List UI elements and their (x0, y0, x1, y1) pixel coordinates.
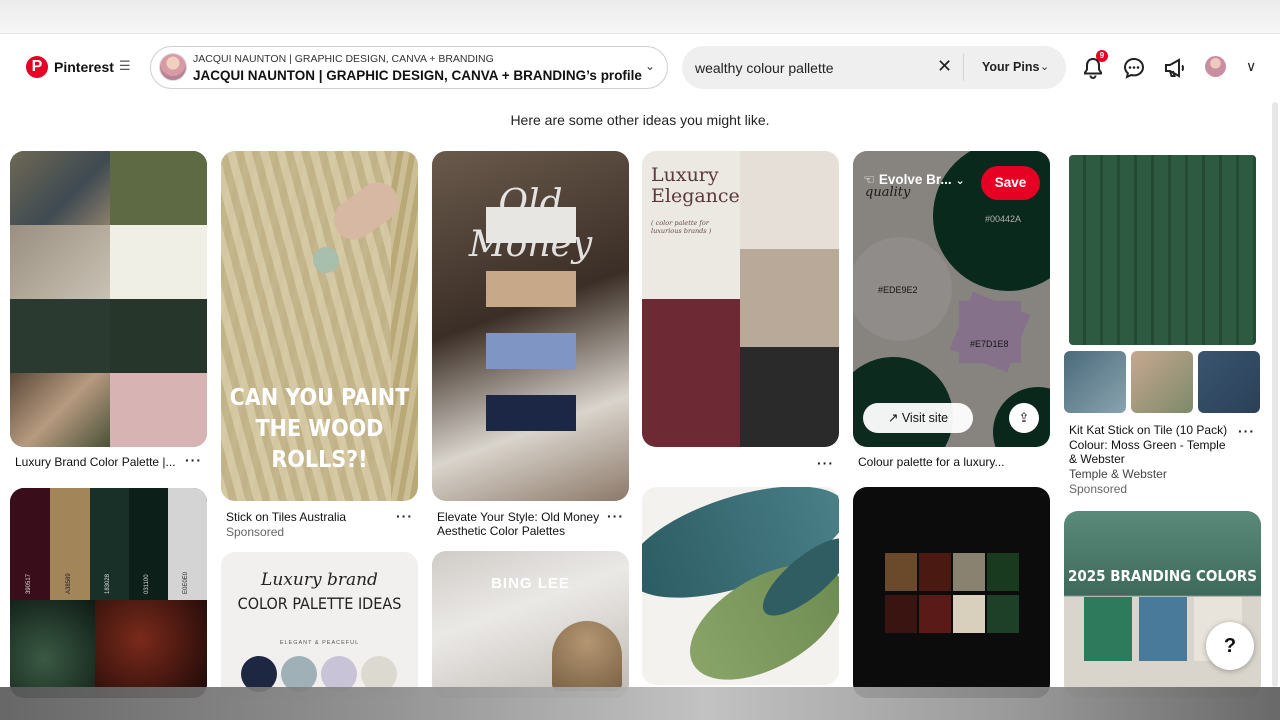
pin-title[interactable]: Stick on Tiles Australia (226, 510, 346, 524)
color-swatch (642, 299, 740, 447)
bottom-blur-strip (0, 687, 1280, 720)
sponsored-label: Sponsored (1069, 482, 1128, 496)
help-button[interactable]: ? (1206, 622, 1254, 670)
color-swatch (486, 271, 576, 307)
pin-image (953, 553, 985, 591)
pin-grid: Luxury Brand Color Palette |... ··· CAN … (0, 0, 1280, 720)
color-swatch (486, 333, 576, 369)
color-swatch (953, 595, 985, 633)
pin-card[interactable]: Old Money (432, 151, 629, 501)
visit-site-label: Visit site (901, 411, 949, 425)
color-swatch (1084, 597, 1132, 661)
overlay-line: CAN YOU PAINT (229, 385, 410, 411)
product-thumbnail[interactable] (1131, 351, 1193, 413)
paint-blob (313, 247, 339, 273)
scrollbar[interactable] (1272, 102, 1278, 687)
pin-image (10, 151, 110, 225)
color-swatch (110, 299, 207, 373)
pin-title[interactable]: Colour palette for a luxury... (858, 455, 1005, 469)
swatch-code: 031100 (144, 574, 150, 594)
pin-overlay-text: CAN YOU PAINT THE WOOD ROLLS?! (221, 383, 418, 476)
pin-image (919, 553, 951, 591)
tile-image (1069, 155, 1256, 345)
heading-line: Luxury (651, 164, 719, 186)
color-swatch (486, 207, 576, 243)
pin-title[interactable]: Aesthetic Color Palettes (437, 524, 565, 538)
visit-site-button[interactable]: ↗ Visit site (863, 403, 973, 433)
color-swatch (987, 595, 1019, 633)
more-options-icon[interactable]: ··· (817, 455, 834, 471)
pin-title[interactable]: Kit Kat Stick on Tile (10 Pack) (1069, 423, 1227, 437)
board-picker[interactable]: ☜ Evolve Br... ⌄ (863, 172, 965, 188)
pin-image (10, 373, 110, 447)
more-options-icon[interactable]: ··· (607, 508, 624, 524)
swatch-code: E0E0E0 (183, 571, 189, 594)
board-name: Evolve Br... (878, 172, 952, 187)
car-image (95, 600, 207, 698)
color-swatch (740, 347, 839, 447)
pin-card[interactable] (853, 487, 1050, 698)
pin-card[interactable]: BING LEE (432, 551, 629, 698)
pin-heading: Luxury brand (261, 570, 378, 590)
save-button[interactable]: Save (981, 166, 1040, 200)
pin-overlay-text: 2025 BRANDING COLORS (1068, 567, 1257, 585)
color-swatch (740, 249, 839, 347)
pin-heading: COLOR PALETTE IDEAS (237, 594, 402, 613)
swatch-code: A38589 (66, 573, 72, 594)
color-swatch (110, 151, 207, 225)
pin-title[interactable]: Elevate Your Style: Old Money (437, 510, 599, 524)
swatch-code: 183028 (105, 573, 111, 594)
swatch-code: 390517 (26, 573, 32, 594)
more-options-icon[interactable]: ··· (185, 452, 202, 468)
pin-title[interactable]: & Webster (1069, 452, 1125, 466)
product-thumbnail[interactable] (1198, 351, 1260, 413)
color-swatch (486, 395, 576, 431)
product-thumbnail[interactable] (1064, 351, 1126, 413)
pin-card[interactable]: CAN YOU PAINT THE WOOD ROLLS?! (221, 151, 418, 501)
pin-heading: Luxury Elegance (651, 165, 740, 207)
pin-title[interactable]: Colour: Moss Green - Temple (1069, 438, 1226, 452)
overlay-line: THE WOOD ROLLS?! (255, 416, 384, 473)
cursor-icon: ☜ (863, 172, 876, 187)
color-swatch (885, 595, 917, 633)
pin-image (10, 225, 110, 299)
more-options-icon[interactable]: ··· (396, 508, 413, 524)
pin-card[interactable] (10, 151, 207, 447)
pin-subheading: ( color palette for luxurious brands ) (651, 219, 712, 235)
pin-card[interactable] (642, 487, 839, 685)
chevron-down-icon: ⌄ (955, 175, 965, 187)
color-swatch (1139, 597, 1187, 661)
pin-image (987, 553, 1019, 591)
watch-image (10, 600, 95, 698)
more-options-icon[interactable]: ··· (1238, 423, 1255, 439)
pin-image (885, 553, 917, 591)
color-swatch (919, 595, 951, 633)
color-swatch (740, 151, 839, 249)
pin-card[interactable]: Luxury brand COLOR PALETTE IDEAS ELEGANT… (221, 552, 418, 698)
heading-line: Elegance (651, 185, 740, 207)
pin-card[interactable]: Luxury Elegance ( color palette for luxu… (642, 151, 839, 447)
color-swatch (10, 299, 110, 373)
color-swatch (110, 373, 207, 447)
arrow-icon: ↗ (887, 411, 899, 425)
pin-overlay-text: BING LEE (491, 575, 570, 592)
sponsored-label: Sponsored (226, 525, 285, 539)
share-icon[interactable]: ⇪ (1009, 403, 1039, 433)
lamp-image (552, 621, 622, 691)
pin-title[interactable]: Luxury Brand Color Palette |... (15, 455, 176, 469)
pin-source[interactable]: Temple & Webster (1069, 467, 1167, 481)
pin-subheading: ELEGANT & PEACEFUL (279, 640, 360, 646)
color-swatch (110, 225, 207, 299)
